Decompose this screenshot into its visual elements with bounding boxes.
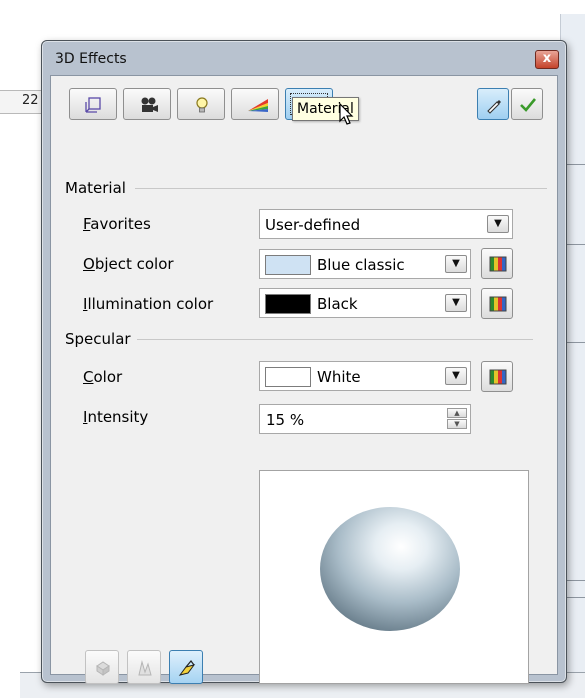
object-color-value: Blue classic (317, 256, 405, 274)
rainbow-icon (248, 99, 268, 112)
color-picker-icon (489, 369, 507, 385)
close-button[interactable]: x (535, 50, 559, 69)
intensity-value: 15 % (266, 411, 305, 429)
geometry-icon (85, 97, 101, 113)
material-section-divider (135, 188, 547, 189)
favorites-value: User-defined (265, 216, 361, 234)
lathe-icon (138, 660, 152, 676)
intensity-label: Intensity (83, 408, 149, 426)
convert-3d-icon (96, 661, 110, 676)
geometry-button[interactable] (69, 88, 117, 120)
chevron-down-icon[interactable]: ▼ (445, 255, 467, 273)
chevron-down-icon[interactable]: ▼ (487, 215, 509, 233)
specular-color-label: Color (83, 368, 123, 386)
perspective-button[interactable] (169, 650, 203, 684)
illumination-color-label: Illumination color (83, 295, 214, 313)
specular-color-value: White (317, 368, 361, 386)
title-bar[interactable]: 3D Effects x (42, 41, 566, 75)
illumination-color-value: Black (317, 295, 358, 313)
dialog-window: 3D Effects x Material Favorites User-def… (41, 40, 567, 684)
specular-color-picker-button[interactable] (481, 361, 513, 392)
material-section-label: Material (65, 179, 126, 197)
convert-to-lathe-button[interactable] (127, 650, 161, 684)
spin-down-icon[interactable]: ▼ (447, 419, 467, 429)
specular-color-swatch (265, 367, 311, 387)
specular-color-dropdown[interactable]: White ▼ (259, 361, 471, 391)
spin-up-icon[interactable]: ▲ (447, 408, 467, 418)
specular-section-divider (137, 339, 533, 340)
pipette-icon (487, 100, 501, 114)
mouse-cursor-icon (339, 103, 354, 125)
assign-button[interactable] (477, 88, 509, 120)
intensity-spinbox[interactable]: 15 % ▲ ▼ (259, 404, 471, 434)
shading-button[interactable] (123, 88, 171, 120)
dialog-title: 3D Effects (55, 51, 127, 67)
illumination-color-swatch (265, 294, 311, 314)
close-icon: x (542, 51, 552, 66)
background-app-top (0, 0, 585, 14)
favorites-label: Favorites (83, 215, 151, 233)
illumination-color-picker-button[interactable] (481, 288, 513, 319)
apply-button[interactable] (511, 88, 543, 120)
specular-section-label: Specular (65, 330, 131, 348)
perspective-icon (178, 660, 196, 676)
checkmark-icon (520, 98, 537, 112)
object-color-label: Object color (83, 255, 174, 273)
object-color-dropdown[interactable]: Blue classic ▼ (259, 249, 471, 279)
preview-area (259, 470, 529, 684)
chevron-down-icon[interactable]: ▼ (445, 367, 467, 385)
ruler-number: 22 (22, 93, 39, 108)
color-picker-icon (489, 296, 507, 312)
color-picker-icon (489, 256, 507, 272)
camera-icon (141, 97, 158, 112)
chevron-down-icon[interactable]: ▼ (445, 294, 467, 312)
lightbulb-icon (196, 97, 208, 113)
object-color-swatch (265, 255, 311, 275)
favorites-dropdown[interactable]: User-defined ▼ (259, 209, 513, 239)
textures-button[interactable] (231, 88, 279, 120)
object-color-picker-button[interactable] (481, 248, 513, 279)
illumination-button[interactable] (177, 88, 225, 120)
illumination-color-dropdown[interactable]: Black ▼ (259, 288, 471, 318)
preview-sphere (320, 507, 460, 631)
convert-to-3d-button[interactable] (85, 650, 119, 684)
dialog-client-area: Material Favorites User-defined ▼ Object… (50, 75, 558, 684)
